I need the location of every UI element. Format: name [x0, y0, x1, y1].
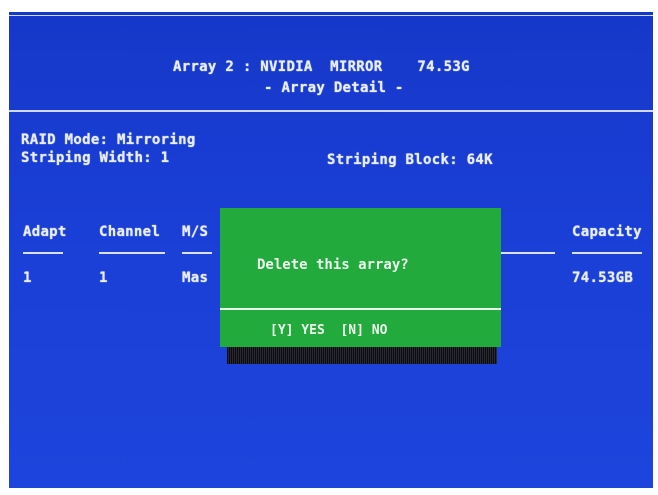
- row-capacity: 74.53GB: [572, 270, 634, 286]
- row-channel: 1: [99, 270, 108, 286]
- dialog-options[interactable]: [Y] YES [N] NO: [270, 323, 387, 339]
- underline-ms: [182, 252, 212, 254]
- underline-channel: [99, 252, 165, 254]
- underline-adapt: [23, 252, 63, 254]
- array-title: Array 2 : NVIDIA MIRROR 74.53G: [173, 59, 470, 75]
- row-ms: Mas: [182, 270, 209, 286]
- column-header-ms: M/S: [182, 224, 209, 240]
- column-header-capacity: Capacity: [572, 224, 642, 240]
- bios-screen: Array 2 : NVIDIA MIRROR 74.53G - Array D…: [9, 12, 653, 488]
- striping-width: Striping Width: 1: [21, 150, 170, 166]
- underline-extra: [499, 252, 555, 254]
- dialog-message: Delete this array?: [257, 257, 409, 273]
- column-header-adapt: Adapt: [23, 224, 67, 240]
- column-header-channel: Channel: [99, 224, 161, 240]
- delete-confirm-dialog: Delete this array? [Y] YES [N] NO: [220, 208, 501, 347]
- raid-mode: RAID Mode: Mirroring: [21, 132, 196, 148]
- top-divider: [9, 15, 653, 16]
- row-adapt: 1: [23, 270, 32, 286]
- striping-block: Striping Block: 64K: [327, 152, 493, 168]
- underline-capacity: [572, 252, 642, 254]
- array-detail-subtitle: - Array Detail -: [264, 80, 404, 96]
- dialog-divider: [220, 308, 501, 310]
- header-divider: [9, 110, 653, 112]
